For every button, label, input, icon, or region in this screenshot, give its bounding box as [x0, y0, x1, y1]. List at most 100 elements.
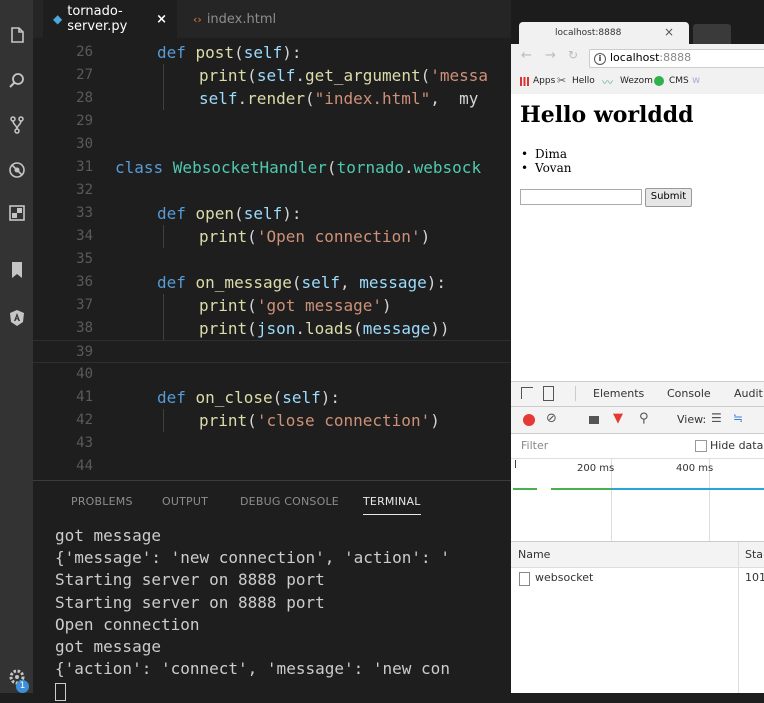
tab-tornado-server[interactable]: ◆ tornado-server.py ×: [43, 0, 177, 38]
code-line[interactable]: 40: [33, 363, 511, 386]
network-toolbar: ⊘ ▼ ⚲ View: ☰ ≒: [511, 407, 764, 434]
code-token: websock: [413, 158, 482, 177]
code-line[interactable]: 27 print(self.get_argument('messa: [33, 64, 511, 87]
line-number: 41: [76, 389, 93, 405]
tab-debug-console[interactable]: DEBUG CONSOLE: [240, 495, 339, 508]
source-control-icon[interactable]: [0, 110, 33, 140]
column-name[interactable]: Name: [518, 548, 550, 561]
settings-badge: 1: [16, 680, 29, 693]
browser-window: localhost:8888 × ← → ↻ i localhost:8888 A…: [511, 0, 764, 693]
tab-index-html[interactable]: ‹› index.html: [183, 0, 293, 38]
code-token: (: [272, 388, 283, 407]
terminal-output[interactable]: got message {'message': 'new connection',…: [55, 525, 450, 703]
submit-button[interactable]: Submit: [645, 188, 692, 207]
code-line[interactable]: 43: [33, 432, 511, 455]
clear-icon[interactable]: ⊘: [546, 411, 557, 426]
table-row[interactable]: websocket 101: [511, 568, 764, 693]
code-token: open: [195, 204, 235, 223]
code-token: self: [243, 204, 283, 223]
code-token: on_close: [195, 388, 273, 407]
network-timeline[interactable]: 200 ms 400 ms: [511, 459, 764, 542]
code-token: class: [115, 158, 173, 177]
browser-tab[interactable]: localhost:8888 ×: [519, 22, 689, 44]
code-token: render: [247, 89, 305, 108]
bookmark-wezom[interactable]: Wezom: [620, 76, 653, 86]
code-line[interactable]: 38 print(json.loads(message)): [33, 317, 511, 340]
tab-audits[interactable]: Audit: [734, 387, 763, 400]
code-token: print: [199, 319, 248, 338]
inspect-element-icon[interactable]: [521, 387, 533, 399]
bookmark-icon[interactable]: [0, 255, 33, 285]
record-icon[interactable]: [523, 414, 535, 426]
code-token: (: [247, 296, 257, 315]
code-line[interactable]: 39: [33, 340, 511, 363]
tab-terminal[interactable]: TERMINAL: [363, 495, 421, 515]
large-rows-icon[interactable]: ☰: [711, 411, 722, 425]
search-network-icon[interactable]: ⚲: [639, 411, 649, 426]
tab-label: tornado-server.py: [67, 4, 128, 34]
column-divider: [738, 568, 739, 693]
hide-data-checkbox[interactable]: [695, 440, 707, 452]
bookmark-cms[interactable]: CMS: [669, 76, 689, 86]
indent-guide: [163, 294, 164, 317]
info-icon[interactable]: i: [594, 53, 606, 65]
device-toolbar-icon[interactable]: [543, 386, 554, 401]
back-arrow-icon[interactable]: ←: [521, 48, 532, 63]
timeline-tick-label: 200 ms: [577, 463, 615, 474]
code-token: 'got message': [256, 296, 383, 315]
message-input[interactable]: [520, 189, 642, 205]
bookmark-apps[interactable]: Apps: [533, 76, 555, 86]
close-tab-icon[interactable]: ×: [156, 12, 167, 27]
terminal-line: Open connection: [55, 614, 200, 634]
code-token: print: [199, 411, 248, 430]
code-line[interactable]: 41 def on_close(self):: [33, 386, 511, 409]
column-divider: [738, 542, 739, 567]
waterfall-icon[interactable]: ≒: [733, 411, 743, 425]
forward-arrow-icon[interactable]: →: [545, 48, 556, 63]
tab-output[interactable]: OUTPUT: [162, 495, 208, 508]
terminal-line: got message: [55, 526, 161, 545]
settings-gear-icon[interactable]: 1: [0, 662, 33, 693]
new-tab-button[interactable]: [693, 24, 731, 44]
line-number: 28: [76, 90, 93, 106]
code-line[interactable]: 28 self.render("index.html", my: [33, 87, 511, 110]
code-text: print(json.loads(message)): [199, 317, 450, 340]
filter-icon[interactable]: ▼: [613, 411, 623, 426]
code-line[interactable]: 31 class WebsocketHandler(tornado.websock: [33, 156, 511, 179]
url-field[interactable]: i localhost:8888: [589, 49, 764, 68]
tab-elements[interactable]: Elements: [593, 387, 644, 400]
debug-icon[interactable]: [0, 155, 33, 185]
code-line[interactable]: 34 print('Open connection'): [33, 225, 511, 248]
code-line[interactable]: 30: [33, 133, 511, 156]
browser-tab-close-icon[interactable]: ×: [664, 25, 674, 39]
code-line[interactable]: 44: [33, 455, 511, 478]
code-line[interactable]: 32: [33, 179, 511, 202]
code-line[interactable]: 26 def post(self):: [33, 41, 511, 64]
reload-icon[interactable]: ↻: [568, 48, 578, 62]
tab-console[interactable]: Console: [667, 387, 711, 400]
code-text: self.render("index.html", my: [199, 87, 478, 110]
tab-problems[interactable]: PROBLEMS: [71, 495, 133, 508]
filter-input[interactable]: Filter: [521, 439, 548, 452]
wezom-bookmark-icon: 〰: [602, 76, 613, 89]
line-number: 43: [76, 435, 93, 451]
line-number: 35: [76, 251, 93, 267]
indent-guide: [163, 409, 164, 432]
code-line[interactable]: 33 def open(self):: [33, 202, 511, 225]
code-line[interactable]: 29: [33, 110, 511, 133]
bookmark-hello[interactable]: Hello: [572, 76, 595, 86]
code-line[interactable]: 37 print('got message'): [33, 294, 511, 317]
timeline-bar-blue: [611, 488, 764, 490]
code-line[interactable]: 42 print('close connection'): [33, 409, 511, 432]
extensions-icon[interactable]: [0, 198, 33, 228]
code-editor[interactable]: 26 def post(self): 27 print(self.get_argume…: [33, 38, 511, 480]
code-line[interactable]: 35: [33, 248, 511, 271]
capture-screenshots-icon[interactable]: [589, 416, 599, 424]
angular-icon[interactable]: [0, 303, 33, 333]
files-icon[interactable]: [0, 20, 33, 50]
code-token: (: [247, 227, 257, 246]
code-token: self: [256, 66, 296, 85]
code-line[interactable]: 36 def on_message(self, message):: [33, 271, 511, 294]
search-icon[interactable]: [0, 66, 33, 96]
column-status[interactable]: Sta: [745, 548, 763, 561]
